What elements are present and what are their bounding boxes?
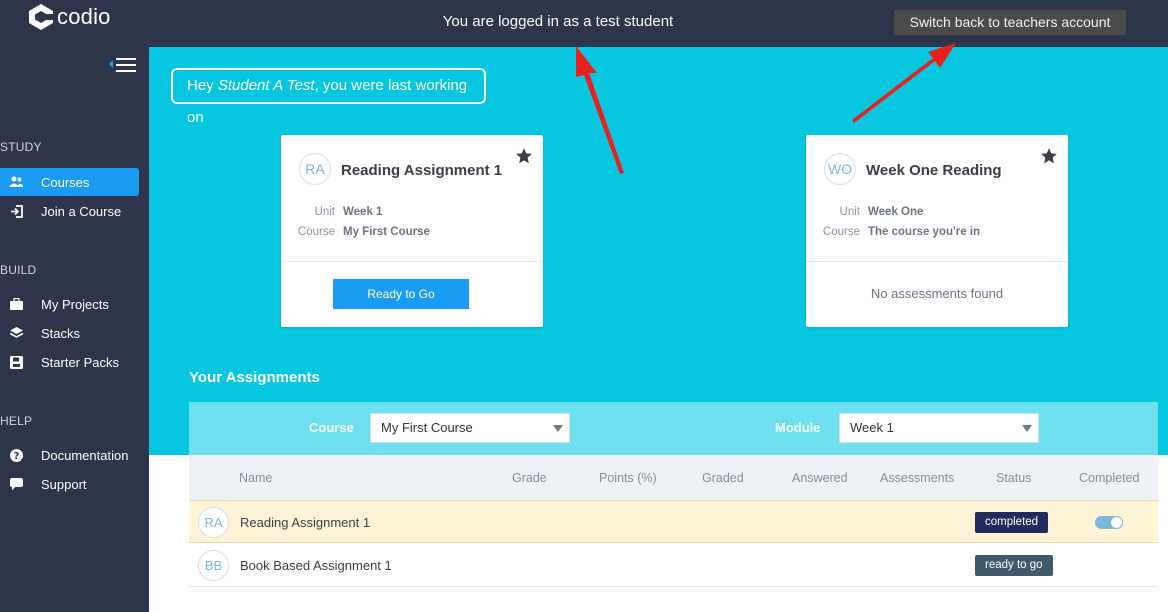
no-assessments-text: No assessments found <box>870 286 1004 301</box>
assignment-initials-badge: RA <box>299 153 331 185</box>
assignment-name[interactable]: Reading Assignment 1 <box>240 515 370 530</box>
table-row[interactable]: BB Book Based Assignment 1 ready to go <box>189 544 1158 587</box>
unit-value: Week One <box>868 206 924 218</box>
svg-text:?: ? <box>13 451 19 462</box>
sidebar-heading-study: STUDY <box>0 140 42 154</box>
student-name: Student A Test <box>217 77 315 94</box>
question-icon: ? <box>9 448 23 462</box>
star-icon[interactable] <box>515 147 533 165</box>
chevron-down-icon <box>553 425 563 432</box>
card-title[interactable]: Reading Assignment 1 <box>341 162 502 179</box>
status-badge: completed <box>975 512 1049 533</box>
status-badge: ready to go <box>975 555 1053 576</box>
star-icon[interactable] <box>1040 147 1058 165</box>
layers-icon <box>9 326 23 340</box>
switch-to-teacher-button[interactable]: Switch back to teachers account <box>894 10 1126 35</box>
main-content: Hey Student A Test, you were last workin… <box>149 47 1168 612</box>
assignment-initials-badge: BB <box>198 550 229 581</box>
table-row[interactable]: RA Reading Assignment 1 completed <box>189 500 1158 543</box>
column-header-name[interactable]: Name <box>239 471 272 485</box>
sidebar-item-label: My Projects <box>41 296 109 312</box>
course-value: The course you're in <box>868 226 981 238</box>
assignment-name[interactable]: Book Based Assignment 1 <box>240 558 392 573</box>
sidebar: STUDY Courses Join a Course BUILD My Pro… <box>0 47 149 612</box>
sidebar-item-label: Support <box>41 476 87 492</box>
sidebar-item-label: Join a Course <box>41 203 122 219</box>
completed-toggle[interactable] <box>1095 516 1123 529</box>
column-header-completed[interactable]: Completed <box>1079 471 1139 485</box>
unit-value: Week 1 <box>343 206 383 218</box>
sidebar-item-support[interactable]: Support <box>0 470 139 498</box>
sign-in-icon <box>9 204 23 218</box>
sidebar-item-label: Starter Packs <box>41 354 120 370</box>
sidebar-item-starter-packs[interactable]: Starter Packs <box>0 348 139 376</box>
menu-toggle-icon[interactable] <box>109 57 137 73</box>
unit-label: Unit <box>839 206 860 218</box>
last-assignment-card[interactable]: WO Week One Reading Unit Week One Course… <box>806 135 1068 327</box>
sidebar-heading-build: BUILD <box>0 263 37 277</box>
card-divider <box>281 261 543 262</box>
course-label: Course <box>822 226 860 238</box>
column-header-status[interactable]: Status <box>996 471 1031 485</box>
course-value: My First Course <box>343 226 430 238</box>
column-header-graded[interactable]: Graded <box>702 471 744 485</box>
column-header-assessments[interactable]: Assessments <box>880 471 954 485</box>
unit-label: Unit <box>314 206 335 218</box>
module-filter-label: Module <box>775 420 821 435</box>
module-select-value: Week 1 <box>850 420 894 435</box>
sidebar-item-label: Courses <box>41 174 90 190</box>
ready-to-go-button[interactable]: Ready to Go <box>333 279 469 309</box>
sidebar-item-join-course[interactable]: Join a Course <box>0 197 139 225</box>
course-select-value: My First Course <box>381 420 473 435</box>
chevron-down-icon <box>1022 425 1032 432</box>
save-icon <box>9 355 23 369</box>
assignment-filter-bar: Course My First Course Module Week 1 <box>189 402 1158 455</box>
sidebar-item-documentation[interactable]: ? Documentation <box>0 441 139 469</box>
comment-icon <box>9 477 23 491</box>
last-assignment-card[interactable]: RA Reading Assignment 1 Unit Week 1 Cour… <box>281 135 543 327</box>
sidebar-item-label: Stacks <box>41 325 81 341</box>
toggle-knob <box>1111 517 1122 528</box>
card-title[interactable]: Week One Reading <box>866 162 1002 179</box>
column-header-points[interactable]: Points (%) <box>599 471 657 485</box>
greeting-bubble: Hey Student A Test, you were last workin… <box>171 68 486 126</box>
assignment-initials-badge: WO <box>824 153 856 185</box>
sidebar-item-my-projects[interactable]: My Projects <box>0 290 139 318</box>
top-bar: codio You are logged in as a test studen… <box>0 0 1168 47</box>
column-header-answered[interactable]: Answered <box>792 471 848 485</box>
sidebar-item-courses[interactable]: Courses <box>0 168 139 196</box>
users-icon <box>9 175 23 189</box>
briefcase-icon <box>9 297 23 311</box>
table-header: Name Grade Points (%) Graded Answered As… <box>189 455 1158 500</box>
card-divider <box>806 261 1068 262</box>
sidebar-item-label: Documentation <box>41 447 129 463</box>
column-header-grade[interactable]: Grade <box>512 471 547 485</box>
course-label: Course <box>297 226 335 238</box>
module-select[interactable]: Week 1 <box>839 413 1039 443</box>
sidebar-item-stacks[interactable]: Stacks <box>0 319 139 347</box>
dashboard-hero: Hey Student A Test, you were last workin… <box>149 47 1168 455</box>
greeting-prefix: Hey <box>187 77 218 94</box>
your-assignments-heading: Your Assignments <box>189 369 320 386</box>
sidebar-heading-help: HELP <box>0 414 33 428</box>
course-filter-label: Course <box>309 420 354 435</box>
course-select[interactable]: My First Course <box>370 413 570 443</box>
assignment-initials-badge: RA <box>198 507 229 538</box>
